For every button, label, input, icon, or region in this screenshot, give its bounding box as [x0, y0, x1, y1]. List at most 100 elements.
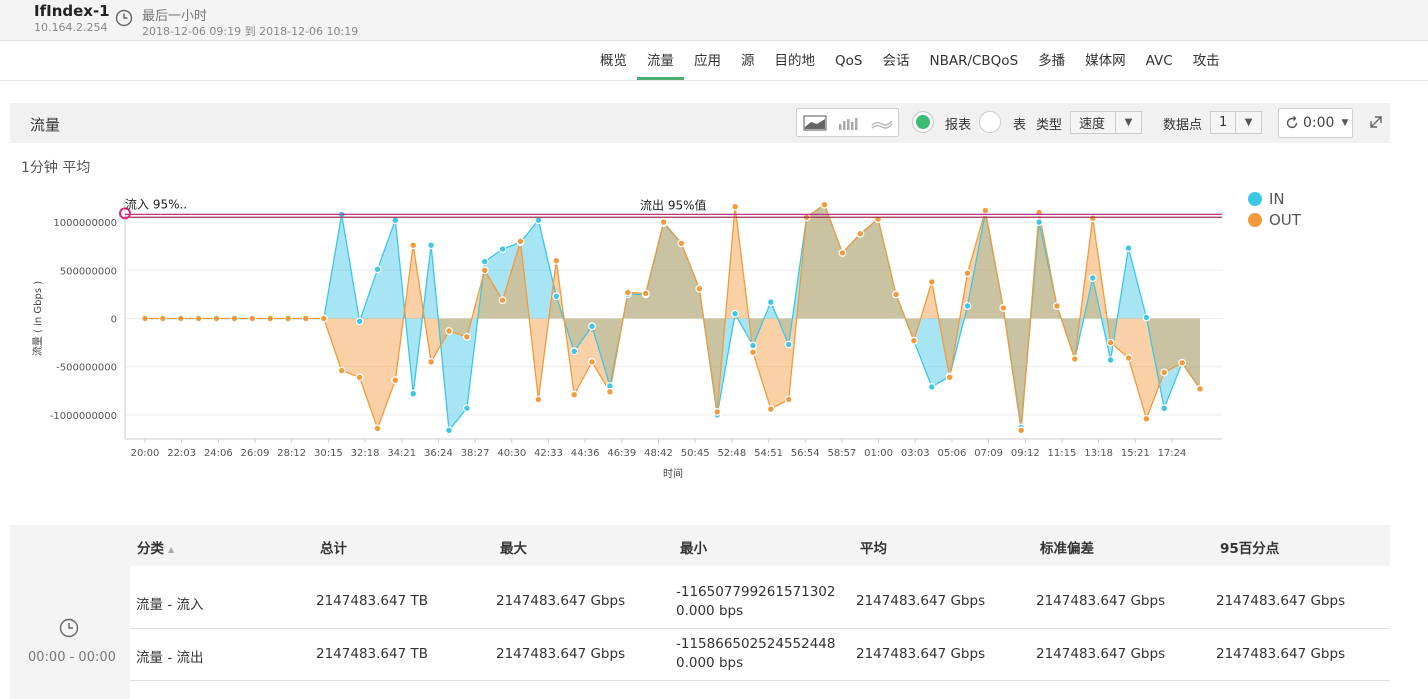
data-point-out — [713, 408, 722, 416]
column-header-6[interactable]: 95百分点 — [1220, 537, 1279, 557]
tab-divider — [0, 80, 1428, 81]
tab-4[interactable]: 目的地 — [765, 42, 826, 80]
x-tick-label: 22:03 — [167, 448, 196, 459]
data-point-out — [302, 314, 310, 323]
tab-3[interactable]: 源 — [731, 42, 765, 80]
table-cell: -1158665025245524480.000 bps — [676, 636, 836, 671]
refresh-interval-select[interactable]: 0:00 ▼ — [1278, 108, 1353, 138]
table-radio[interactable] — [979, 111, 1001, 133]
column-header-1[interactable]: 总计 — [320, 537, 347, 557]
column-header-4[interactable]: 平均 — [860, 537, 887, 557]
data-point-in — [427, 241, 436, 250]
points-select[interactable]: 1 ▼ — [1210, 111, 1262, 134]
table-row[interactable]: 流量 - 流出 2147483.647 TB 2147483.647 Gbps -11… — [130, 629, 1390, 681]
table-cell: 流量 - 流出 — [136, 650, 204, 666]
table-cell: 流量 - 流入 — [136, 597, 204, 613]
column-header-label: 平均 — [860, 541, 887, 557]
data-point-out — [463, 332, 471, 341]
chart-subtitle: 1分钟 平均 — [21, 160, 91, 176]
tab-11[interactable]: 攻击 — [1183, 42, 1230, 80]
data-point-in — [731, 309, 739, 318]
data-point-out — [892, 290, 900, 299]
tab-5[interactable]: QoS — [825, 42, 872, 80]
x-tick-label: 48:42 — [644, 448, 673, 459]
data-point-out — [552, 256, 561, 265]
tab-0[interactable]: 概览 — [590, 42, 637, 80]
x-tick-label: 09:12 — [1011, 448, 1040, 459]
type-select[interactable]: 速度 ▼ — [1070, 111, 1142, 134]
refresh-value: 0:00 — [1303, 115, 1335, 131]
data-point-in — [1035, 218, 1043, 226]
x-tick-label: 15:21 — [1121, 448, 1150, 459]
table-cell: 2147483.647 Gbps — [1036, 646, 1166, 662]
tab-8[interactable]: 多播 — [1028, 42, 1075, 80]
panel-title: 流量 — [30, 116, 61, 134]
table-row[interactable]: 流量 - 流入 2147483.647 TB 2147483.647 Gbps -11… — [130, 566, 1390, 629]
tab-10[interactable]: AVC — [1136, 42, 1183, 80]
table-cell: 2147483.647 Gbps — [856, 646, 986, 662]
data-point-in — [927, 382, 936, 391]
data-point-out — [641, 289, 650, 298]
tab-7[interactable]: NBAR/CBQoS — [919, 42, 1028, 80]
data-point-out — [1142, 414, 1151, 423]
table-time-column: 00:00 - 00:00 — [10, 566, 130, 699]
x-tick-label: 32:18 — [351, 448, 380, 459]
data-point-in — [963, 302, 972, 310]
data-point-out — [1052, 302, 1061, 310]
data-point-in — [1124, 244, 1133, 252]
data-point-out — [659, 218, 668, 226]
data-point-out — [1070, 355, 1079, 363]
x-tick-label: 24:06 — [204, 448, 233, 459]
x-tick-label: 11:15 — [1048, 448, 1077, 459]
data-point-in — [570, 347, 579, 356]
data-point-out — [695, 284, 704, 293]
data-point-out — [1106, 338, 1115, 347]
panel-header: 流量 报表 表 类型 速度 ▼ 数据点 1 ▼ 0:00 ▼ — [10, 103, 1390, 143]
column-header-0[interactable]: 分类 ▲ — [137, 537, 174, 557]
data-point-out — [606, 387, 614, 396]
tab-1[interactable]: 流量 — [637, 42, 684, 80]
data-point-out — [373, 424, 382, 433]
column-header-5[interactable]: 标准偏差 — [1040, 537, 1094, 557]
tab-6[interactable]: 会话 — [872, 42, 919, 80]
expand-icon[interactable] — [1370, 116, 1382, 128]
data-point-out — [910, 336, 918, 345]
legend-marker — [1248, 192, 1262, 206]
caret-down-icon: ▼ — [1341, 118, 1349, 128]
data-point-out — [623, 288, 632, 297]
y-tick-label: -500000000 — [56, 363, 117, 374]
legend-item-out[interactable]: OUT — [1248, 211, 1301, 229]
data-point-out — [784, 395, 793, 404]
x-axis-title: 时间 — [663, 467, 683, 480]
data-point-out — [427, 357, 436, 366]
area-chart-icon[interactable] — [803, 115, 827, 131]
clock-icon — [59, 618, 79, 638]
x-tick-label: 05:06 — [938, 448, 967, 459]
sort-icon[interactable]: ▲ — [168, 545, 174, 554]
clock-icon[interactable] — [115, 9, 133, 27]
data-point-out — [445, 327, 453, 335]
x-tick-label: 30:15 — [314, 448, 343, 459]
stacked-area-icon[interactable] — [871, 115, 893, 131]
data-point-in — [463, 404, 471, 413]
column-header-3[interactable]: 最小 — [680, 537, 707, 557]
tab-2[interactable]: 应用 — [684, 42, 731, 80]
report-radio[interactable] — [912, 111, 934, 133]
reference-label-out: 流出 95%值 — [640, 197, 707, 212]
data-point-out — [731, 202, 739, 211]
legend-item-in[interactable]: IN — [1248, 190, 1301, 208]
x-tick-label: 56:54 — [791, 448, 820, 459]
time-period-title[interactable]: 最后一小时 — [142, 5, 207, 24]
table-cell: 2147483.647 Gbps — [1216, 646, 1346, 662]
tab-9[interactable]: 媒体网 — [1075, 42, 1136, 80]
x-tick-label: 17:24 — [1158, 448, 1187, 459]
table-cell: -1165077992615713020.000 bps — [676, 584, 836, 619]
x-tick-label: 52:48 — [717, 448, 746, 459]
data-point-in — [1088, 274, 1097, 282]
data-point-in — [552, 292, 561, 301]
chart-type-switch — [796, 108, 899, 137]
x-tick-label: 03:03 — [901, 448, 930, 459]
data-point-out — [856, 229, 865, 238]
column-header-2[interactable]: 最大 — [500, 537, 527, 557]
bar-chart-icon[interactable] — [838, 115, 860, 131]
